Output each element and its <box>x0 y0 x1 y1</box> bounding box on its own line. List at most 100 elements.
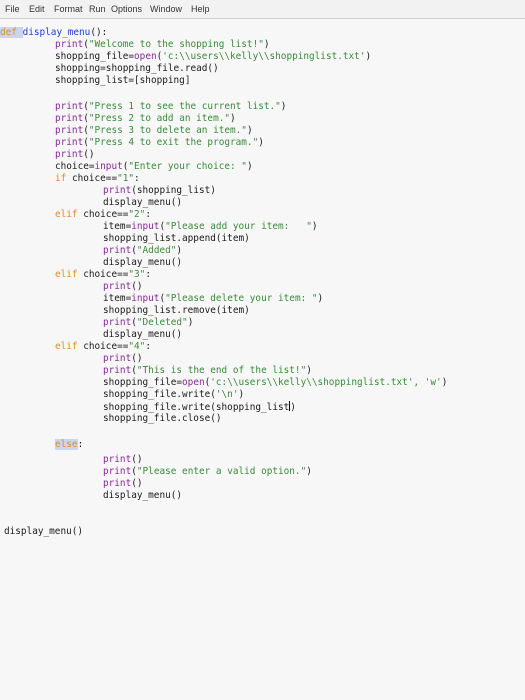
code-line: print("Added") <box>103 245 182 256</box>
code-token: def <box>0 27 23 38</box>
code-token: ) <box>441 377 448 388</box>
code-token: print <box>55 39 84 50</box>
code-token: item= <box>103 293 132 304</box>
code-token: ) <box>311 221 318 232</box>
code-line: shopping_file.write('\n') <box>103 389 244 400</box>
code-token: "3" <box>128 269 146 280</box>
code-token: display_menu() <box>103 490 183 501</box>
code-token: choice== <box>83 209 129 220</box>
code-line: shopping=shopping_file.read() <box>55 63 219 74</box>
code-token: print <box>103 353 132 364</box>
code-token: print <box>103 317 132 328</box>
code-token: input <box>131 221 160 232</box>
code-token: : <box>145 341 151 352</box>
code-token: shopping_file= <box>103 377 183 388</box>
code-token: ) <box>187 317 194 328</box>
code-token: ) <box>176 245 183 256</box>
code-token: open <box>134 51 157 62</box>
code-editor[interactable]: def display_menu(): print("Welcome to the… <box>0 19 525 700</box>
code-line: elif choice=="2": <box>55 209 151 220</box>
menu-file[interactable]: File <box>5 4 20 14</box>
code-line: def display_menu(): <box>0 27 107 38</box>
code-token: ) <box>290 402 296 413</box>
code-line: print("Press 4 to exit the program.") <box>55 137 264 148</box>
code-token: "Please enter a valid option." <box>136 466 307 477</box>
code-token: "4" <box>128 341 146 352</box>
code-token: ) <box>280 101 287 112</box>
code-token: print <box>103 245 132 256</box>
code-line: print("Welcome to the shopping list!") <box>55 39 270 50</box>
code-token: shopping_file.write( <box>103 389 216 400</box>
code-token: "Press 3 to delete an item." <box>88 125 247 136</box>
code-line: shopping_file.close() <box>103 413 222 424</box>
code-line: print("Press 3 to delete an item.") <box>55 125 253 136</box>
code-token: elif <box>55 209 84 220</box>
code-token: shopping_file.close() <box>103 413 222 424</box>
code-token: "1" <box>117 173 135 184</box>
menu-format[interactable]: Format <box>54 4 83 14</box>
code-token: ) <box>246 125 253 136</box>
code-token: choice== <box>83 269 129 280</box>
code-line: display_menu() <box>103 329 182 340</box>
code-token: print <box>103 185 132 196</box>
code-token: : <box>145 209 151 220</box>
code-line: shopping_list=[shopping] <box>55 75 190 86</box>
code-token: input <box>94 161 123 172</box>
code-token: "Added" <box>136 245 177 256</box>
code-token: "Deleted" <box>136 317 188 328</box>
code-line: print("Deleted") <box>103 317 193 328</box>
code-token: shopping_file= <box>55 51 135 62</box>
code-token: elif <box>55 341 84 352</box>
code-token: display_menu() <box>103 197 183 208</box>
code-line: print() <box>103 454 143 465</box>
menu-help[interactable]: Help <box>191 4 210 14</box>
code-token: () <box>131 454 143 465</box>
code-line: if choice=="1": <box>55 173 140 184</box>
code-token: () <box>131 281 143 292</box>
code-token: choice== <box>83 341 129 352</box>
code-line: print("This is the end of the list!") <box>103 365 312 376</box>
code-token: "Press 1 to see the current list." <box>88 101 281 112</box>
code-line: item=input("Please delete your item: ") <box>103 293 323 304</box>
code-token: item= <box>103 221 132 232</box>
code-token: "Welcome to the shopping list!" <box>88 39 264 50</box>
code-token: display_menu() <box>103 257 183 268</box>
code-token: "Please add your item: " <box>165 221 312 232</box>
code-token: choice== <box>71 173 118 184</box>
code-token: shopping_list=[shopping] <box>55 75 191 86</box>
code-token: ) <box>263 39 270 50</box>
menu-run[interactable]: Run <box>89 4 106 14</box>
code-line: shopping_list.append(item) <box>103 233 250 244</box>
code-token: (shopping_list) <box>131 185 216 196</box>
code-token: shopping=shopping_file.read() <box>55 63 219 74</box>
code-line: shopping_list.remove(item) <box>103 305 250 316</box>
code-token: ) <box>246 161 253 172</box>
code-token: ) <box>317 293 324 304</box>
code-line: print() <box>55 149 95 160</box>
code-token: ) <box>230 113 236 124</box>
code-token: () <box>83 149 95 160</box>
code-token: ) <box>306 466 312 477</box>
code-token: print <box>103 365 132 376</box>
code-token: input <box>131 293 160 304</box>
code-token: "Press 4 to exit the program." <box>88 137 259 148</box>
code-token: '\n' <box>215 389 239 400</box>
code-token: print <box>55 149 84 160</box>
code-token: "Press 2 to add an item." <box>88 113 230 124</box>
code-token: print <box>55 137 84 148</box>
code-token: shopping_file.write(shopping_list <box>103 402 290 413</box>
menu-window[interactable]: Window <box>150 4 182 14</box>
code-token: print <box>103 466 132 477</box>
code-token: () <box>131 478 143 489</box>
code-token: (): <box>90 27 108 38</box>
code-line: else: <box>55 439 83 450</box>
menu-edit[interactable]: Edit <box>29 4 45 14</box>
code-token: print <box>55 101 84 112</box>
code-token: : <box>145 269 151 280</box>
code-token: display_menu() <box>103 329 183 340</box>
code-line: shopping_file=open('c:\\users\\kelly\\sh… <box>103 377 447 388</box>
code-token: print <box>55 125 84 136</box>
code-line: display_menu() <box>103 257 182 268</box>
code-token: print <box>103 281 132 292</box>
menu-options[interactable]: Options <box>111 4 142 14</box>
